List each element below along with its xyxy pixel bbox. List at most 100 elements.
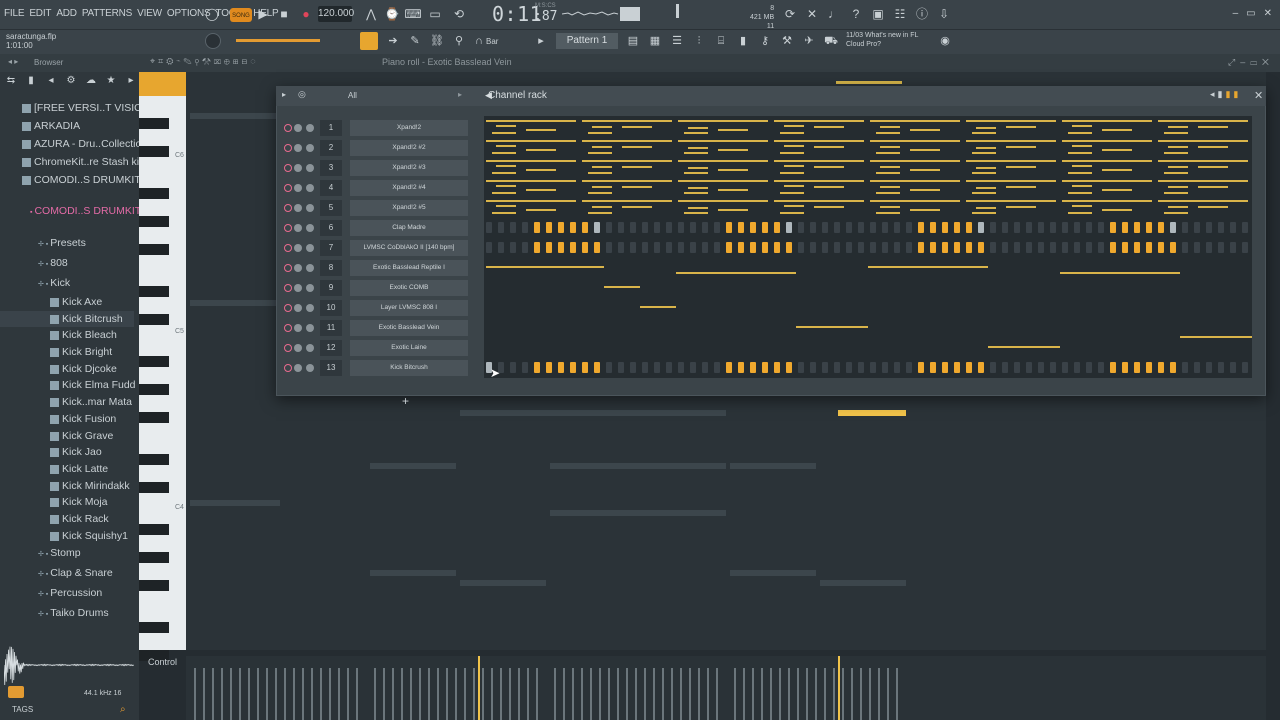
velocity-bar[interactable]	[311, 668, 313, 720]
master-volume-knob[interactable]	[205, 33, 221, 49]
step-button[interactable]	[750, 222, 756, 233]
channel-mute-led[interactable]	[284, 224, 292, 232]
velocity-bar[interactable]	[752, 668, 754, 720]
black-key[interactable]	[139, 523, 169, 535]
black-key[interactable]	[139, 579, 169, 591]
step-button[interactable]	[534, 222, 540, 233]
velocity-bar[interactable]	[275, 668, 277, 720]
channel-name-button[interactable]: Xpand!2 #4	[350, 180, 468, 196]
velocity-bar[interactable]	[554, 668, 556, 720]
channel-pan-knob[interactable]	[294, 344, 302, 352]
velocity-bar[interactable]	[518, 668, 520, 720]
channel-volume-knob[interactable]	[306, 244, 314, 252]
close-icon[interactable]: ✕	[1264, 8, 1272, 19]
velocity-bar[interactable]	[761, 668, 763, 720]
step-edit-icon[interactable]: ▭	[426, 6, 444, 22]
step-button[interactable]	[1098, 222, 1104, 233]
menu-patterns[interactable]: PATTERNS	[82, 8, 132, 19]
step-button[interactable]	[738, 222, 744, 233]
velocity-lane[interactable]	[186, 656, 1266, 720]
channel-pan-knob[interactable]	[294, 264, 302, 272]
step-button[interactable]	[774, 362, 780, 373]
channel-row[interactable]: 3 Xpand!2 #3	[280, 160, 480, 176]
velocity-bar[interactable]	[455, 668, 457, 720]
step-button[interactable]	[870, 362, 876, 373]
playlist-icon[interactable]: ▤	[626, 34, 640, 48]
step-button[interactable]	[918, 242, 924, 253]
velocity-bar[interactable]	[680, 668, 682, 720]
step-button[interactable]	[1170, 362, 1176, 373]
browser-item[interactable]: ✢ ▪ Taiko Drums	[38, 605, 109, 621]
step-button[interactable]	[1218, 222, 1224, 233]
browser-item[interactable]: ✢ ▪ Stomp	[38, 545, 81, 561]
black-key[interactable]	[139, 145, 169, 157]
control-label[interactable]: Control	[148, 657, 177, 667]
step-button[interactable]	[558, 242, 564, 253]
step-button[interactable]	[1182, 242, 1188, 253]
channel-mute-led[interactable]	[284, 304, 292, 312]
velocity-bar[interactable]	[815, 668, 817, 720]
velocity-bar[interactable]	[221, 668, 223, 720]
step-button[interactable]	[846, 222, 852, 233]
step-button[interactable]	[666, 362, 672, 373]
timeline-loop-marker[interactable]	[836, 81, 902, 84]
channel-row[interactable]: 8 Exotic Basslead Reptile I	[280, 260, 480, 276]
velocity-bar[interactable]	[689, 668, 691, 720]
step-button[interactable]	[1050, 242, 1056, 253]
channel-volume-knob[interactable]	[306, 284, 314, 292]
velocity-bar[interactable]	[464, 668, 466, 720]
step-button[interactable]	[906, 362, 912, 373]
magnet-icon[interactable]: ∩	[472, 34, 486, 48]
step-button[interactable]	[990, 222, 996, 233]
step-button[interactable]	[726, 362, 732, 373]
velocity-bar[interactable]	[194, 668, 196, 720]
step-button[interactable]	[882, 242, 888, 253]
step-button[interactable]	[858, 222, 864, 233]
step-button[interactable]	[918, 362, 924, 373]
channel-name-button[interactable]: Xpand!2 #2	[350, 140, 468, 156]
step-button[interactable]	[1038, 362, 1044, 373]
channel-pan-knob[interactable]	[294, 124, 302, 132]
step-button[interactable]	[486, 222, 492, 233]
velocity-bar[interactable]	[653, 668, 655, 720]
channel-name-button[interactable]: Exotic Basslead Vein	[350, 320, 468, 336]
browser-item[interactable]: ARKADIA	[22, 118, 80, 134]
restore-icon[interactable]: ▭	[1246, 8, 1255, 19]
channel-mixer-track[interactable]: 3	[320, 160, 342, 176]
tempo-display[interactable]: 120.000	[318, 6, 354, 22]
channel-mixer-track[interactable]: 12	[320, 340, 342, 356]
step-button[interactable]	[1146, 242, 1152, 253]
step-button[interactable]	[570, 222, 576, 233]
song-mode-button[interactable]: SONG	[230, 8, 252, 22]
step-button[interactable]	[1062, 362, 1068, 373]
channel-row[interactable]: 2 Xpand!2 #2	[280, 140, 480, 156]
step-button[interactable]	[1194, 242, 1200, 253]
download-icon[interactable]: ⇩	[935, 6, 953, 22]
channel-mute-led[interactable]	[284, 124, 292, 132]
velocity-bar[interactable]	[788, 668, 790, 720]
channel-volume-knob[interactable]	[306, 144, 314, 152]
velocity-bar[interactable]	[536, 668, 538, 720]
velocity-bar[interactable]	[779, 668, 781, 720]
channel-row[interactable]: 10 Layer LVMSC 808 I	[280, 300, 480, 316]
velocity-bar[interactable]	[716, 668, 718, 720]
step-button[interactable]	[810, 362, 816, 373]
browser-item[interactable]: Kick Latte	[50, 461, 108, 477]
velocity-bar[interactable]	[401, 668, 403, 720]
velocity-bar[interactable]	[833, 668, 835, 720]
master-pitch-slider[interactable]	[676, 4, 679, 18]
step-button[interactable]	[954, 222, 960, 233]
step-button[interactable]	[930, 362, 936, 373]
step-button[interactable]	[774, 242, 780, 253]
step-button[interactable]	[606, 242, 612, 253]
black-key[interactable]	[139, 621, 169, 633]
step-button[interactable]	[654, 362, 660, 373]
browser-item[interactable]: ▪ COMODI..S DRUMKIT	[30, 203, 141, 219]
step-button[interactable]	[582, 222, 588, 233]
channel-name-button[interactable]: Exotic COMB	[350, 280, 468, 296]
piano-roll-window-controls[interactable]: ⤢–▭✕	[1228, 57, 1274, 68]
step-button[interactable]	[678, 242, 684, 253]
velocity-bar[interactable]	[824, 668, 826, 720]
step-button[interactable]	[1158, 362, 1164, 373]
tags-label[interactable]: TAGS	[12, 705, 33, 714]
